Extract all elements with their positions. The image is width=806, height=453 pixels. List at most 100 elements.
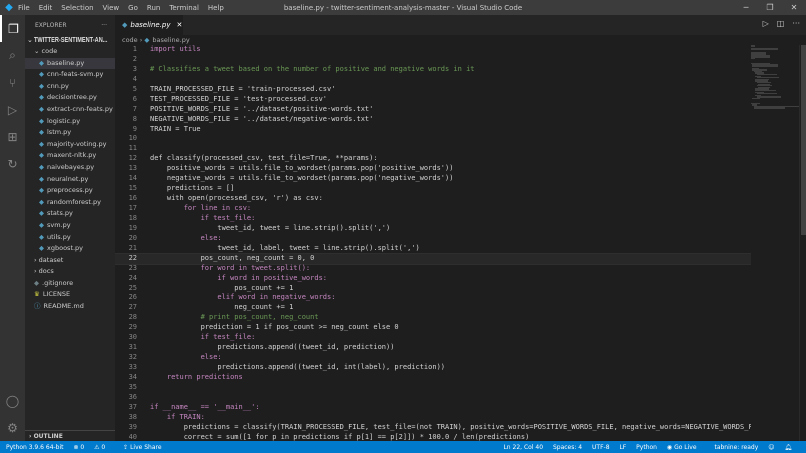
outline-section[interactable]: › OUTLINE — [25, 430, 115, 441]
file-item[interactable]: ◆ neuralnet.py — [25, 174, 115, 186]
project-folder[interactable]: ⌄ TWITTER-SENTIMENT-AN... — [25, 35, 115, 46]
code-line[interactable]: 13 positive_words = utils.file_to_wordse… — [115, 164, 751, 174]
code-line[interactable]: 8 NEGATIVE_WORDS_FILE = '../dataset/negat… — [115, 115, 751, 125]
source-control-icon[interactable]: ⑂ — [0, 69, 25, 96]
code-line[interactable]: 7 POSITIVE_WORDS_FILE = '../dataset/posit… — [115, 105, 751, 115]
file-item[interactable]: ◆ randomforest.py — [25, 197, 115, 209]
code-line[interactable]: 40 correct = sum([1 for p in predictions… — [115, 433, 751, 441]
close-window-button[interactable]: ✕ — [782, 0, 806, 15]
file-item[interactable]: ◆ svm.py — [25, 220, 115, 232]
code-line[interactable]: 10 — [115, 134, 751, 144]
code-line[interactable]: 32 else: — [115, 353, 751, 363]
close-tab-icon[interactable]: ✕ — [177, 21, 183, 29]
menu-run[interactable]: Run — [147, 4, 160, 12]
code-line[interactable]: 31 predictions.append((tweet_id, predict… — [115, 343, 751, 353]
code-line[interactable]: 20 else: — [115, 234, 751, 244]
menu-help[interactable]: Help — [208, 4, 224, 12]
code-line[interactable]: 35 — [115, 383, 751, 393]
code-line[interactable]: 38 if TRAIN: — [115, 413, 751, 423]
file-item[interactable]: ♛ LICENSE — [25, 289, 115, 301]
code-line[interactable]: 19 tweet_id, tweet = line.strip().split(… — [115, 224, 751, 234]
menu-file[interactable]: File — [18, 4, 30, 12]
live-share-button[interactable]: ⇪ Live Share — [123, 444, 169, 451]
code-line[interactable]: 33 predictions.append((tweet_id, int(lab… — [115, 363, 751, 373]
editor-scrollbar[interactable] — [799, 45, 806, 441]
file-item[interactable]: ◆ .gitignore — [25, 278, 115, 290]
code-line[interactable]: 2 — [115, 55, 751, 65]
code-line[interactable]: 14 negative_words = utils.file_to_wordse… — [115, 174, 751, 184]
file-item[interactable]: ◆ logistic.py — [25, 116, 115, 128]
extensions-icon[interactable]: ⊞ — [0, 123, 25, 150]
tabnine-status[interactable]: tabnine: ready — [714, 444, 758, 451]
code-line[interactable]: 23 for word in tweet.split(): — [115, 264, 751, 274]
tab-baseline-py[interactable]: ◆ baseline.py ✕ — [115, 15, 183, 35]
problems-indicator[interactable]: ⊗ 0 ⚠ 0 — [73, 444, 113, 451]
menu-view[interactable]: View — [103, 4, 120, 12]
code-line[interactable]: 4 — [115, 75, 751, 85]
line-ending[interactable]: LF — [619, 444, 626, 451]
go-live-button[interactable]: ◉ Go Live — [667, 444, 705, 451]
code-editor[interactable]: 1 import utils 2 3 # Classifies a tweet base… — [115, 45, 751, 441]
minimap[interactable] — [751, 45, 800, 441]
file-item[interactable]: ◆ naivebayes.py — [25, 162, 115, 174]
breadcrumb-folder[interactable]: code — [122, 36, 138, 44]
code-line[interactable]: 17 for line in csv: — [115, 204, 751, 214]
run-debug-icon[interactable]: ▷ — [0, 96, 25, 123]
language-mode[interactable]: Python — [636, 444, 657, 451]
folder-item[interactable]: › docs — [25, 266, 115, 278]
file-item[interactable]: ◆ majority-voting.py — [25, 139, 115, 151]
code-line[interactable]: 15 predictions = [] — [115, 184, 751, 194]
file-item[interactable]: ◆ baseline.py — [25, 57, 115, 70]
python-interpreter[interactable]: Python 3.9.6 64-bit — [6, 444, 64, 451]
menu-edit[interactable]: Edit — [39, 4, 53, 12]
code-line[interactable]: 9 TRAIN = True — [115, 125, 751, 135]
file-item[interactable]: ◆ preprocess.py — [25, 185, 115, 197]
feedback-icon[interactable]: ☺ — [768, 444, 774, 451]
file-item[interactable]: ◆ xgboost.py — [25, 243, 115, 255]
settings-gear-icon[interactable]: ⚙ — [0, 414, 25, 441]
scrollbar-thumb[interactable] — [801, 45, 806, 235]
code-line[interactable]: 36 — [115, 393, 751, 403]
code-line[interactable]: 39 predictions = classify(TRAIN_PROCESSE… — [115, 423, 751, 433]
search-icon[interactable]: ⌕ — [0, 42, 25, 69]
file-item[interactable]: ◆ stats.py — [25, 208, 115, 220]
code-line[interactable]: 24 if word in positive_words: — [115, 274, 751, 284]
explorer-icon[interactable]: ❐ — [0, 15, 25, 42]
code-line[interactable]: 34 return predictions — [115, 373, 751, 383]
code-line[interactable]: 5 TRAIN_PROCESSED_FILE = 'train-processed… — [115, 85, 751, 95]
account-icon[interactable]: ◯ — [0, 387, 25, 414]
code-line[interactable]: 28 # print pos_count, neg_count — [115, 313, 751, 323]
code-line[interactable]: 22 pos_count, neg_count = 0, 0 — [115, 252, 751, 265]
breadcrumb-file[interactable]: baseline.py — [152, 36, 189, 44]
encoding[interactable]: UTF-8 — [592, 444, 610, 451]
file-item[interactable]: ◆ cnn-feats-svm.py — [25, 69, 115, 81]
code-line[interactable]: 6 TEST_PROCESSED_FILE = 'test-processed.c… — [115, 95, 751, 105]
indentation[interactable]: Spaces: 4 — [553, 444, 582, 451]
menu-terminal[interactable]: Terminal — [169, 4, 199, 12]
menu-selection[interactable]: Selection — [61, 4, 93, 12]
menu-go[interactable]: Go — [128, 4, 138, 12]
file-item[interactable]: ◆ extract-cnn-feats.py — [25, 104, 115, 116]
maximize-button[interactable]: ❐ — [758, 0, 782, 15]
file-item[interactable]: ◆ lstm.py — [25, 127, 115, 139]
code-line[interactable]: 18 if test_file: — [115, 214, 751, 224]
code-line[interactable]: 26 elif word in negative_words: — [115, 293, 751, 303]
code-line[interactable]: 29 prediction = 1 if pos_count >= neg_co… — [115, 323, 751, 333]
code-line[interactable]: 30 if test_file: — [115, 333, 751, 343]
file-item[interactable]: ⓘ README.md — [25, 301, 115, 313]
live-share-icon[interactable]: ↻ — [0, 150, 25, 177]
run-icon[interactable]: ▷ — [763, 19, 769, 28]
folder-item[interactable]: › dataset — [25, 255, 115, 267]
file-item[interactable]: ◆ decisiontree.py — [25, 92, 115, 104]
minimize-button[interactable]: ─ — [734, 0, 758, 15]
code-line[interactable]: 16 with open(processed_csv, 'r') as csv: — [115, 194, 751, 204]
code-line[interactable]: 21 tweet_id, label, tweet = line.strip()… — [115, 244, 751, 254]
code-line[interactable]: 27 neg_count += 1 — [115, 303, 751, 313]
code-line[interactable]: 3 # Classifies a tweet based on the numbe… — [115, 65, 751, 75]
code-line[interactable]: 25 pos_count += 1 — [115, 284, 751, 294]
notifications-icon[interactable]: 🔔︎ — [784, 444, 792, 451]
folder-code[interactable]: ⌄ code — [25, 46, 115, 58]
more-icon[interactable]: ··· — [792, 19, 800, 28]
code-line[interactable]: 12 def classify(processed_csv, test_file=… — [115, 154, 751, 164]
file-item[interactable]: ◆ utils.py — [25, 232, 115, 244]
